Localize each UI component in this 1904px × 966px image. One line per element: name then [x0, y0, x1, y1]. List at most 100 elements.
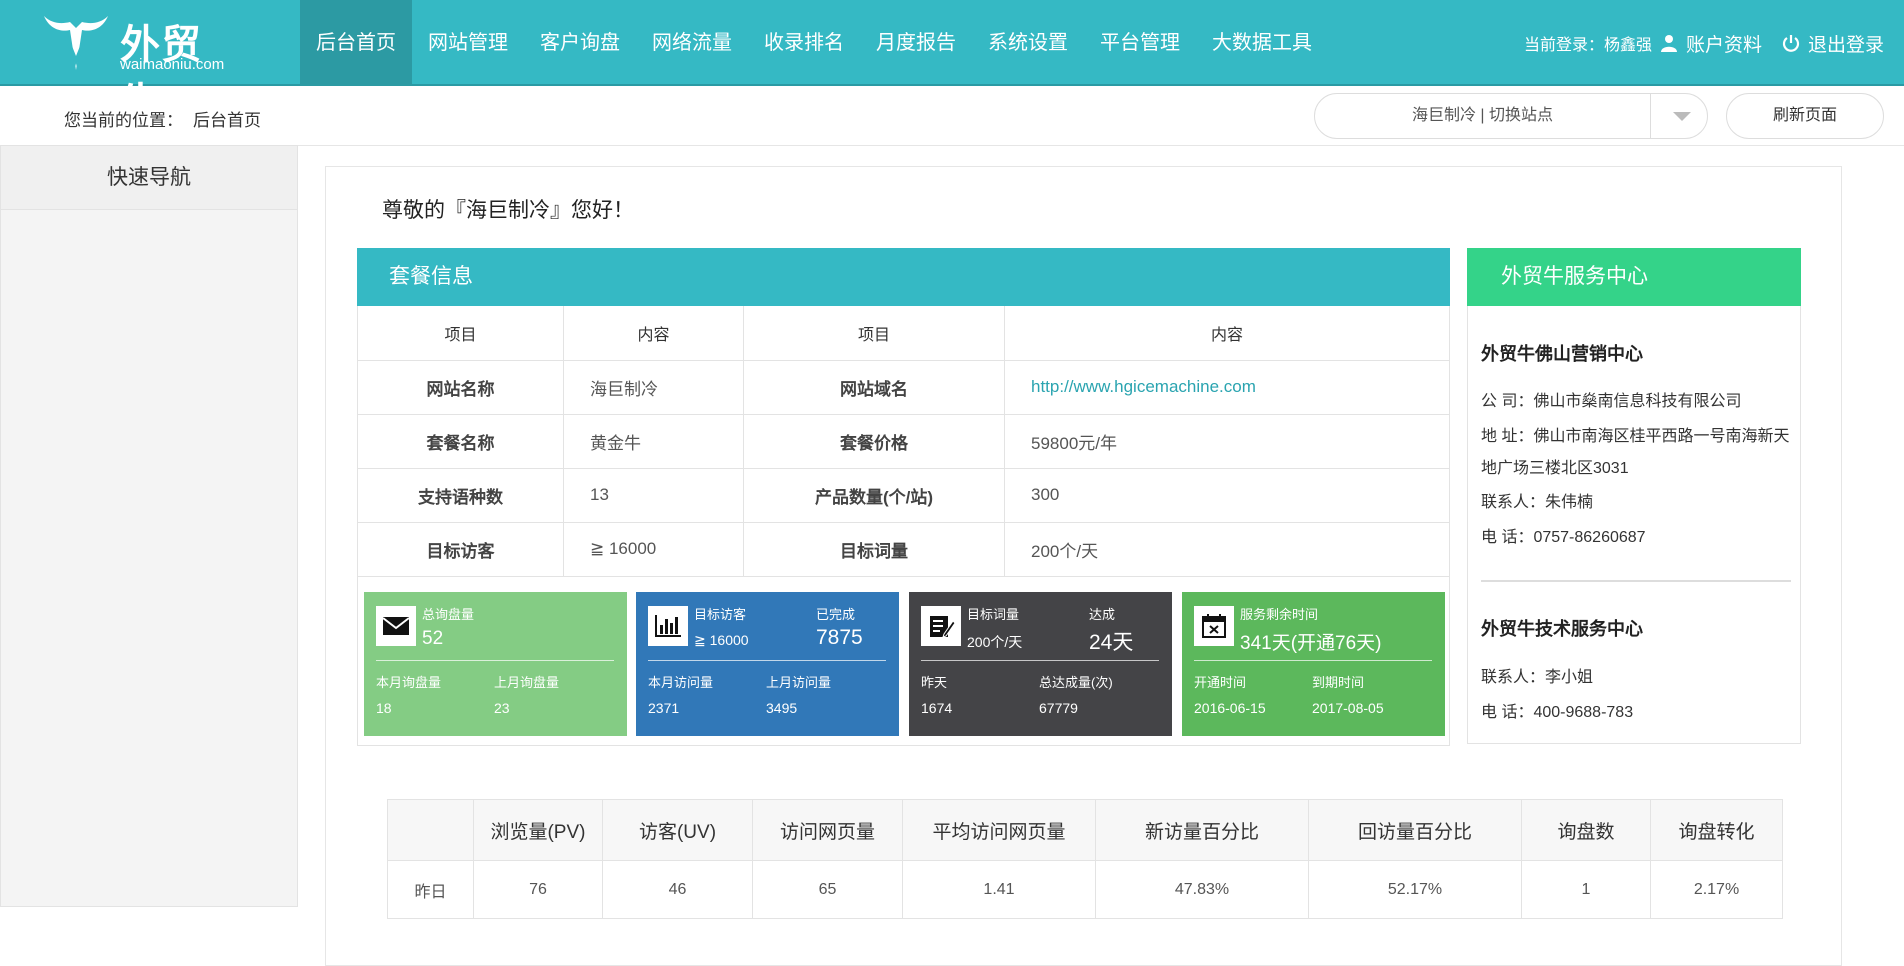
stats-col-header: 访客(UV) [602, 799, 753, 861]
logo[interactable]: 外贸牛 waimaoniu.com [40, 10, 240, 126]
stats-col-header: 访问网页量 [752, 799, 903, 861]
card-divider [648, 660, 886, 661]
stats-cell: 47.83% [1095, 860, 1309, 919]
stats-cell: 2.17% [1650, 860, 1783, 919]
card-sub-value: 2371 [648, 700, 680, 716]
card-divider [376, 660, 614, 661]
stats-cell: 52.17% [1308, 860, 1522, 919]
website-url-link[interactable]: http://www.hgicemachine.com [1004, 360, 1450, 415]
stats-cell: 1.41 [902, 860, 1096, 919]
card-sub-label: 上月访问量 [766, 675, 832, 690]
stats-col-header: 询盘转化 [1650, 799, 1783, 861]
card-sub-label: 上月询盘量 [494, 675, 560, 690]
package-col-item: 项目 [743, 306, 1005, 361]
traffic-stats-table: 浏览量(PV) 访客(UV) 访问网页量 平均访问网页量 新访量百分比 回访量百… [387, 799, 1783, 919]
stats-header-row: 浏览量(PV) 访客(UV) 访问网页量 平均访问网页量 新访量百分比 回访量百… [387, 799, 1783, 861]
card-value: 200个/天 [967, 634, 1023, 650]
visitor-card[interactable]: 目标访客 ≧ 16000 已完成 7875 本月访问量 上月访问量 2371 3… [636, 592, 899, 736]
refresh-button[interactable]: 刷新页面 [1726, 93, 1884, 139]
package-col-content: 内容 [563, 306, 744, 361]
service-center-title: 外贸牛佛山营销中心 [1481, 344, 1643, 364]
package-value: ≧ 16000 [563, 522, 744, 577]
card-title: 目标词量 [967, 607, 1020, 622]
nav-settings[interactable]: 系统设置 [972, 0, 1084, 86]
nav-traffic[interactable]: 网络流量 [636, 0, 748, 86]
account-link[interactable]: 账户资料 [1686, 30, 1762, 57]
table-row: 网站名称 海巨制冷 网站域名 http://www.hgicemachine.c… [357, 360, 1450, 415]
package-key: 目标访客 [357, 522, 564, 577]
breadcrumb-current[interactable]: 后台首页 [193, 111, 261, 130]
package-key: 支持语种数 [357, 468, 564, 523]
greeting: 尊敬的『海巨制冷』您好！ [382, 199, 634, 222]
service-time-card[interactable]: 服务剩余时间 341天(开通76天) 开通时间 到期时间 2016-06-15 … [1182, 592, 1445, 736]
nav-website[interactable]: 网站管理 [412, 0, 524, 86]
power-icon [1782, 35, 1800, 52]
package-key: 产品数量(个/站) [743, 468, 1005, 523]
top-nav-bar: 外贸牛 waimaoniu.com 后台首页 网站管理 客户询盘 网络流量 收录… [0, 0, 1904, 126]
card-title: 服务剩余时间 [1240, 607, 1319, 622]
brand-domain: waimaoniu.com [120, 56, 225, 73]
service-divider [1481, 580, 1791, 582]
chevron-down-icon[interactable] [1673, 112, 1691, 121]
keyword-card[interactable]: 目标词量 200个/天 达成 24天 昨天 总达成量(次) 1674 67779 [909, 592, 1172, 736]
logout-link[interactable]: 退出登录 [1808, 30, 1884, 57]
card-title: 目标访客 [694, 607, 747, 622]
inquiry-card[interactable]: 总询盘量 52 本月询盘量 上月询盘量 18 23 [364, 592, 627, 736]
nav-inquiries[interactable]: 客户询盘 [524, 0, 636, 86]
card-sub-value: 1674 [921, 700, 953, 716]
card-title: 总询盘量 [422, 607, 475, 622]
envelope-icon [376, 606, 416, 646]
card-sub-label: 开通时间 [1194, 675, 1247, 690]
package-key: 网站名称 [357, 360, 564, 415]
stats-cell: 65 [752, 860, 903, 919]
service-center-title: 外贸牛技术服务中心 [1481, 619, 1643, 639]
bull-logo-icon [44, 16, 108, 70]
card-value-2: 24天 [1089, 631, 1134, 654]
service-line: 电 话：0757-86260687 [1481, 529, 1646, 546]
package-value: 300 [1004, 468, 1450, 523]
user-icon [1660, 35, 1677, 52]
card-sub-value: 23 [494, 700, 510, 716]
package-header-row: 项目 内容 项目 内容 [357, 306, 1450, 361]
site-switch-dropdown[interactable]: 海巨制冷 | 切换站点 [1314, 93, 1708, 139]
card-sub-value: 18 [376, 700, 392, 716]
table-row: 目标访客 ≧ 16000 目标词量 200个/天 [357, 522, 1450, 577]
card-sub-value: 2016-06-15 [1194, 700, 1266, 716]
sidebar-title: 快速导航 [1, 146, 297, 210]
package-col-item: 项目 [357, 306, 564, 361]
package-value: 59800元/年 [1004, 414, 1450, 469]
stats-col-header: 新访量百分比 [1095, 799, 1309, 861]
table-row: 套餐名称 黄金牛 套餐价格 59800元/年 [357, 414, 1450, 469]
card-value: ≧ 16000 [694, 632, 749, 648]
stats-col-header: 回访量百分比 [1308, 799, 1522, 861]
card-value-2: 7875 [816, 626, 863, 649]
package-key: 网站域名 [743, 360, 1005, 415]
main-nav: 后台首页 网站管理 客户询盘 网络流量 收录排名 月度报告 系统设置 平台管理 … [300, 0, 1328, 86]
stats-col-header: 浏览量(PV) [473, 799, 603, 861]
card-sub-value: 3495 [766, 700, 798, 716]
table-row: 昨日 76 46 65 1.41 47.83% 52.17% 1 2.17% [387, 860, 1783, 919]
card-value: 52 [422, 628, 444, 649]
card-sub-label: 总达成量(次) [1039, 675, 1113, 690]
service-line: 联系人：李小姐 [1481, 669, 1594, 686]
package-key: 目标词量 [743, 522, 1005, 577]
stats-cell: 76 [473, 860, 603, 919]
package-value: 13 [563, 468, 744, 523]
breadcrumb-prefix: 您当前的位置： [64, 111, 183, 130]
edit-icon [921, 606, 961, 646]
nav-home[interactable]: 后台首页 [300, 0, 412, 86]
card-sub-value: 67779 [1039, 700, 1078, 716]
nav-platform[interactable]: 平台管理 [1084, 0, 1196, 86]
package-col-content: 内容 [1004, 306, 1450, 361]
breadcrumb: 您当前的位置： 后台首页 [64, 106, 271, 131]
package-table: 项目 内容 项目 内容 网站名称 海巨制冷 网站域名 http://www.hg… [357, 306, 1450, 577]
nav-bigdata[interactable]: 大数据工具 [1196, 0, 1328, 86]
package-value: 海巨制冷 [563, 360, 744, 415]
package-value: 黄金牛 [563, 414, 744, 469]
site-switch-label: 海巨制冷 | 切换站点 [1315, 94, 1651, 138]
nav-ranking[interactable]: 收录排名 [748, 0, 860, 86]
table-row: 支持语种数 13 产品数量(个/站) 300 [357, 468, 1450, 523]
card-sub-label: 本月访问量 [648, 675, 714, 690]
stats-col-header: 询盘数 [1521, 799, 1651, 861]
nav-monthly-report[interactable]: 月度报告 [860, 0, 972, 86]
